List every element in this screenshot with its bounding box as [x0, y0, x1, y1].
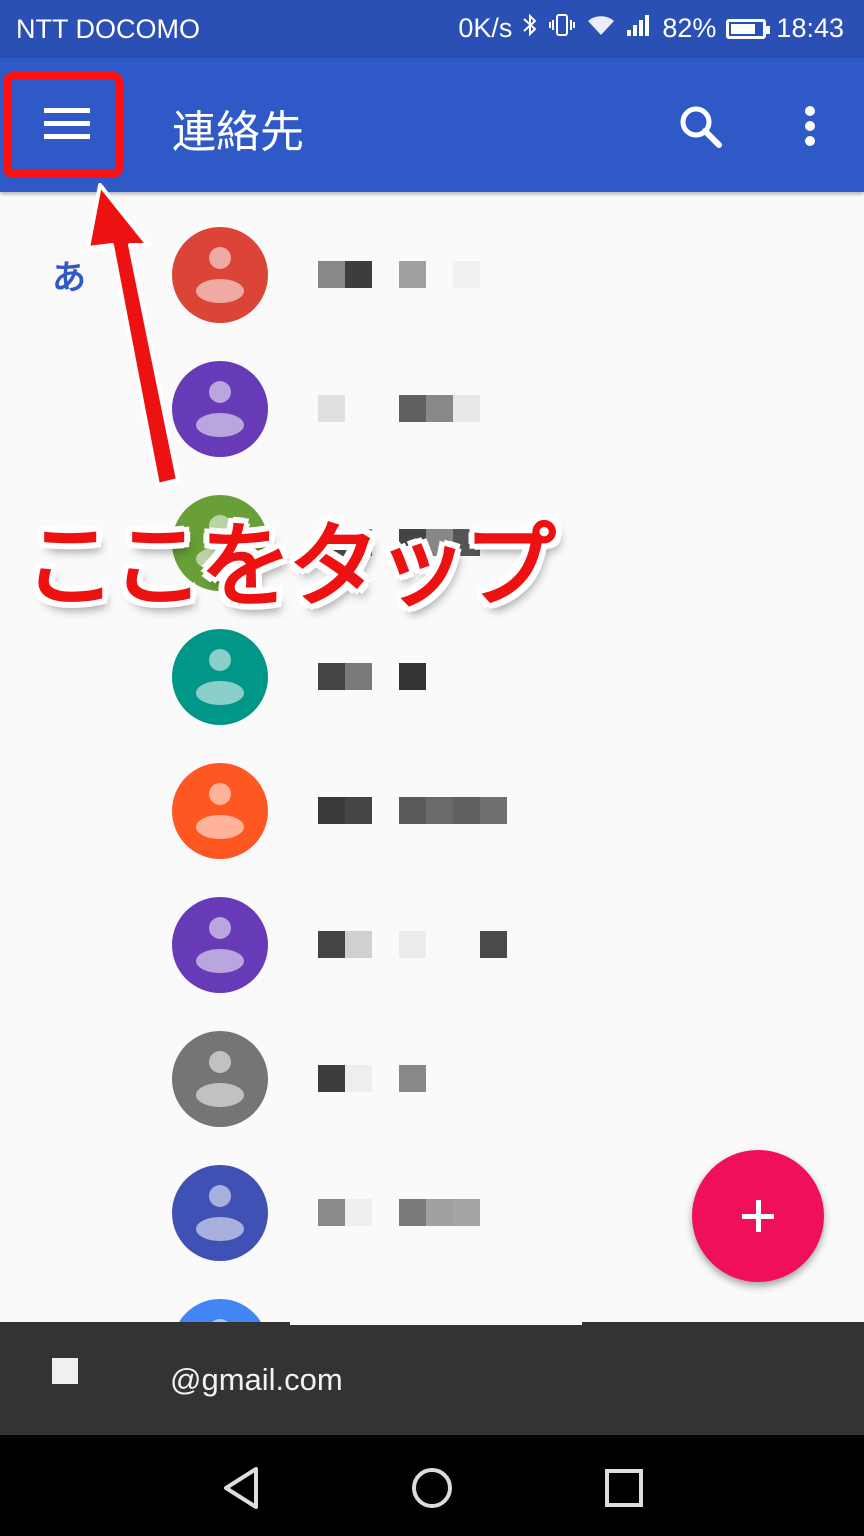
- contact-name-redacted: [318, 1065, 426, 1092]
- recents-button[interactable]: [594, 1463, 654, 1513]
- annotation-arrow-icon: [86, 183, 180, 487]
- more-vert-icon: [805, 106, 815, 116]
- battery-percent: 82%: [662, 13, 717, 43]
- recents-icon: [605, 1469, 643, 1507]
- network-speed: 0K/s: [458, 13, 513, 43]
- wifi-icon: [586, 13, 616, 44]
- contact-row[interactable]: [0, 1026, 864, 1160]
- contact-row[interactable]: [0, 1294, 864, 1322]
- contact-row[interactable]: [0, 892, 864, 1026]
- signal-icon: [626, 13, 652, 44]
- divider: [290, 1319, 582, 1325]
- contact-row[interactable]: [0, 758, 864, 892]
- contact-name-redacted: [318, 931, 507, 958]
- bluetooth-icon: [522, 12, 538, 45]
- annotation-highlight-box: [3, 72, 123, 178]
- navigation-bar: [0, 1435, 864, 1536]
- home-icon: [412, 1468, 452, 1508]
- search-icon: [680, 106, 722, 148]
- contact-avatar-icon: [172, 1031, 268, 1127]
- page-title: 連絡先: [172, 107, 304, 158]
- contact-name-redacted: [318, 663, 426, 690]
- contact-avatar-icon: [172, 897, 268, 993]
- status-icons: 0K/s 82% 18:43: [458, 12, 844, 45]
- contact-name-redacted: [318, 1199, 480, 1226]
- add-contact-button[interactable]: [692, 1150, 824, 1282]
- contact-avatar-icon: [172, 1165, 268, 1261]
- contact-avatar-icon: [172, 763, 268, 859]
- annotation-label: ここをタップ: [24, 513, 556, 620]
- contact-avatar-icon: [172, 1299, 268, 1322]
- back-icon: [224, 1467, 258, 1509]
- contact-name-redacted: [318, 797, 507, 824]
- carrier-name: NTT DOCOMO: [16, 14, 200, 44]
- account-avatar: [52, 1358, 78, 1384]
- contact-name-redacted: [318, 395, 480, 422]
- contact-row[interactable]: [0, 624, 864, 758]
- search-button[interactable]: [672, 98, 728, 154]
- clock: 18:43: [776, 13, 844, 43]
- home-button[interactable]: [402, 1463, 462, 1513]
- back-button[interactable]: [212, 1463, 272, 1513]
- contact-avatar-icon: [172, 629, 268, 725]
- account-bar[interactable]: @gmail.com: [0, 1322, 864, 1435]
- more-options-button[interactable]: [790, 98, 830, 154]
- battery-icon: [726, 18, 771, 39]
- vibrate-icon: [548, 12, 576, 45]
- app-bar: 連絡先: [0, 58, 864, 192]
- status-bar: NTT DOCOMO 0K/s 82% 18:43: [0, 0, 864, 58]
- contact-name-redacted: [318, 261, 480, 288]
- account-email: @gmail.com: [170, 1362, 343, 1397]
